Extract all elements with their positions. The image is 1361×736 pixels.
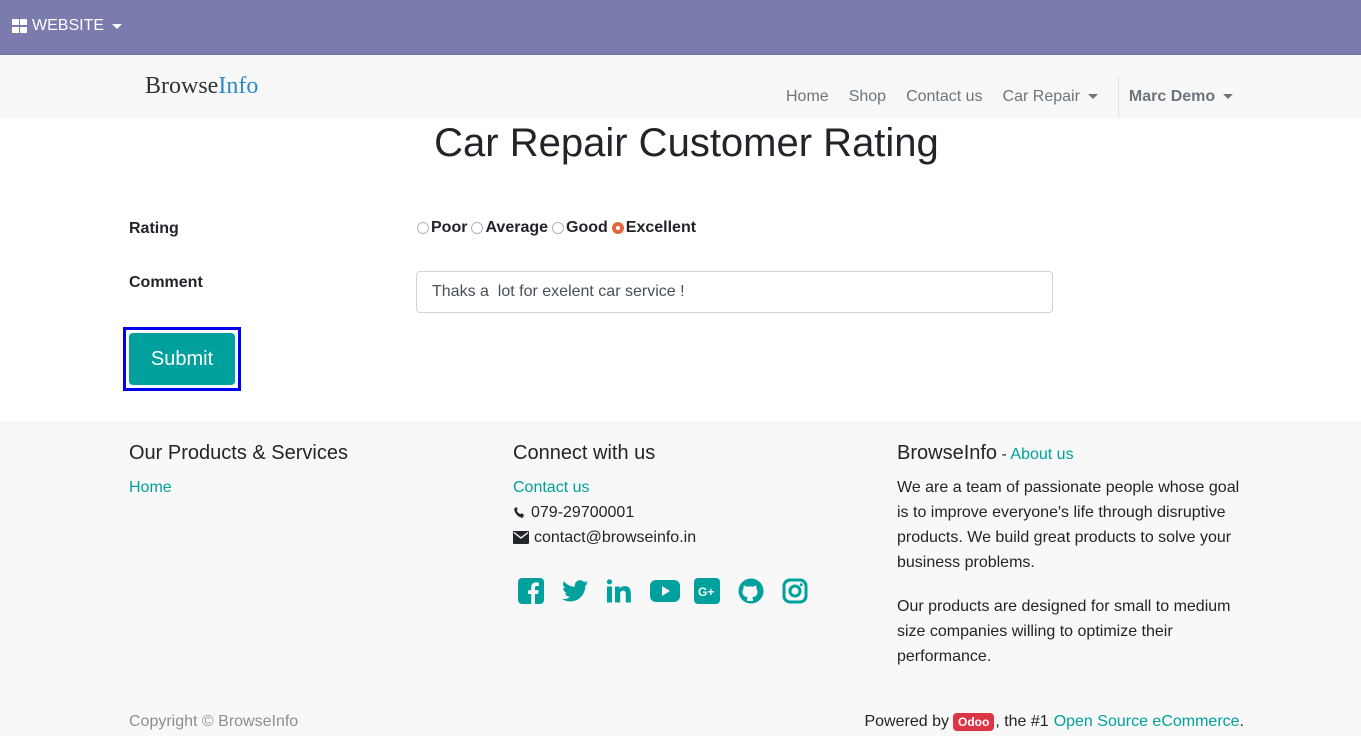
instagram-icon[interactable] <box>782 576 826 606</box>
facebook-icon[interactable] <box>518 576 562 606</box>
footer-home-link[interactable]: Home <box>129 475 348 500</box>
nav-car-repair-dropdown[interactable]: Car Repair <box>1003 87 1098 107</box>
rating-option-good[interactable]: Good <box>552 219 608 237</box>
rating-option-average[interactable]: Average <box>471 219 548 237</box>
powered-by-line: Powered by Odoo , the #1 Open Source eCo… <box>864 713 1244 731</box>
website-menu-label: WEBSITE <box>32 17 105 34</box>
comment-label: Comment <box>129 274 203 291</box>
website-menu-button[interactable]: WEBSITE <box>12 17 123 35</box>
caret-down-icon <box>112 23 123 29</box>
about-us-link[interactable]: About us <box>1010 446 1073 463</box>
rating-option-excellent[interactable]: Excellent <box>611 219 696 237</box>
google-plus-icon[interactable]: G+ <box>694 576 738 606</box>
site-navbar: BrowseInfo Home Shop Contact us Car Repa… <box>0 55 1361 119</box>
rating-option-poor[interactable]: Poor <box>417 219 467 237</box>
nav-home[interactable]: Home <box>786 87 829 107</box>
footer-about-column: BrowseInfo - About us We are a team of p… <box>897 421 1252 688</box>
comment-input[interactable] <box>416 271 1053 313</box>
envelope-icon <box>513 531 529 544</box>
user-menu-dropdown[interactable]: Marc Demo <box>1129 88 1234 106</box>
nav-contact-us[interactable]: Contact us <box>906 87 982 107</box>
radio-icon[interactable] <box>471 222 484 234</box>
radio-icon[interactable] <box>417 222 429 234</box>
copyright-text: Copyright © BrowseInfo <box>129 713 299 730</box>
page-title: Car Repair Customer Rating <box>434 121 939 165</box>
social-icons: G+ <box>518 576 826 606</box>
footer-connect-heading: Connect with us <box>513 442 656 464</box>
radio-checked-icon[interactable] <box>611 222 624 234</box>
phone-icon <box>514 506 524 518</box>
footer-products-heading: Our Products & Services <box>129 442 348 464</box>
svg-text:G+: G+ <box>698 585 714 599</box>
about-paragraph-2: Our products are designed for small to m… <box>897 598 1231 665</box>
footer-connect-column: Connect with us Contact us 079-29700001 … <box>513 421 826 606</box>
caret-down-icon <box>1223 94 1234 100</box>
linkedin-icon[interactable] <box>606 576 650 606</box>
footer-contact-link[interactable]: Contact us <box>513 475 826 500</box>
radio-icon[interactable] <box>552 222 565 234</box>
github-icon[interactable] <box>738 576 782 606</box>
footer-about-heading: BrowseInfo - About us <box>897 442 1074 464</box>
site-footer: Our Products & Services Home Connect wit… <box>0 421 1361 736</box>
rating-label: Rating <box>129 220 179 237</box>
nav-shop[interactable]: Shop <box>849 87 886 107</box>
grid-icon <box>12 19 27 33</box>
brand-logo[interactable]: BrowseInfo <box>145 73 258 100</box>
phone-line: 079-29700001 <box>513 500 826 525</box>
email-line: contact@browseinfo.in <box>513 525 826 550</box>
twitter-icon[interactable] <box>562 576 606 606</box>
nav-links: Home Shop Contact us Car Repair Marc Dem… <box>786 77 1234 117</box>
open-source-ecommerce-link[interactable]: Open Source eCommerce <box>1054 713 1240 731</box>
caret-down-icon <box>1087 94 1098 100</box>
odoo-badge[interactable]: Odoo <box>952 713 995 731</box>
admin-bar: WEBSITE <box>0 0 1361 55</box>
submit-button[interactable]: Submit <box>129 333 235 385</box>
rating-radio-group: Poor Average Good Excellent <box>417 219 700 237</box>
about-paragraph-1: We are a team of passionate people whose… <box>897 479 1240 571</box>
nav-divider <box>1117 77 1119 117</box>
youtube-icon[interactable] <box>650 576 694 606</box>
footer-products-column: Our Products & Services Home <box>129 421 348 500</box>
